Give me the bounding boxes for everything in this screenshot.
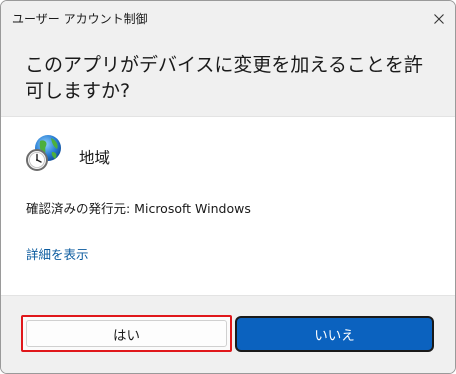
globe-clock-icon xyxy=(25,133,65,173)
show-details-link[interactable]: 詳細を表示 xyxy=(26,244,89,263)
close-icon xyxy=(434,14,444,24)
no-button[interactable]: いいえ xyxy=(235,316,434,352)
window-title: ユーザー アカウント制御 xyxy=(12,12,148,26)
yes-button-label: はい xyxy=(113,327,140,344)
no-button-face: いいえ xyxy=(237,318,432,350)
prompt-question: このアプリがデバイスに変更を加えることを許可しますか? xyxy=(25,54,423,102)
no-button-label: いいえ xyxy=(314,328,355,344)
yes-button[interactable]: はい xyxy=(21,315,232,352)
close-button[interactable] xyxy=(429,9,449,29)
dialog-header: ユーザー アカウント制御 このアプリがデバイスに変更を加えることを許可しますか? xyxy=(1,1,455,117)
publisher-text: 確認済みの発行元: Microsoft Windows xyxy=(26,201,251,216)
app-name: 地域 xyxy=(79,149,111,167)
